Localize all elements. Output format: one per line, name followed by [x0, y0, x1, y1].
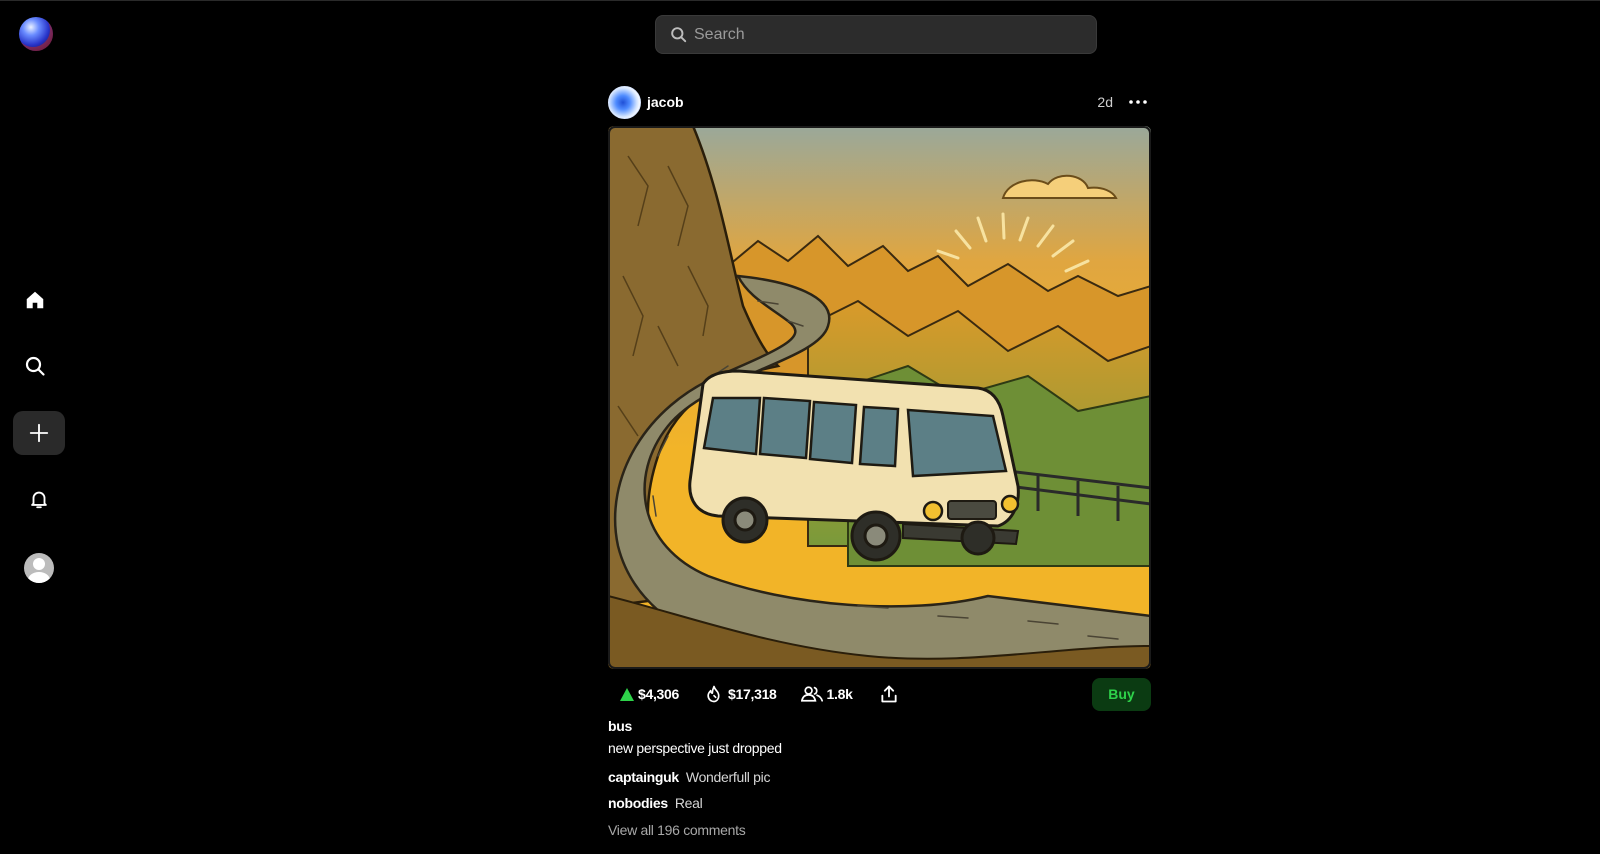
post-timestamp: 2d — [1097, 94, 1113, 110]
plus-icon — [29, 423, 49, 443]
more-icon — [1129, 100, 1147, 104]
top-divider — [0, 0, 1600, 1]
post-description: new perspective just dropped — [608, 740, 782, 756]
holders-button[interactable]: 1.8k — [800, 685, 853, 703]
comment-item: captainguk Wonderfull pic — [608, 764, 782, 790]
post-actions: $4,306 $17,318 1.8k Buy — [608, 677, 1151, 711]
upvote-button[interactable]: $4,306 — [620, 686, 679, 702]
comment-text: Wonderfull pic — [685, 769, 771, 785]
app-logo-icon[interactable] — [19, 17, 53, 51]
profile-icon — [24, 553, 54, 583]
home-icon — [26, 291, 44, 309]
fire-icon — [707, 685, 720, 703]
post-image[interactable] — [608, 126, 1151, 669]
view-all-comments-link[interactable]: View all 196 comments — [608, 822, 782, 838]
search-icon — [25, 356, 45, 376]
fire-button[interactable]: $17,318 — [704, 684, 777, 704]
comment-item: nobodies Real — [608, 790, 782, 816]
buy-button[interactable]: Buy — [1092, 677, 1151, 711]
nav-create-button[interactable] — [13, 411, 65, 455]
people-icon — [800, 686, 823, 702]
upvote-value: $4,306 — [638, 686, 680, 702]
post-header: jacob 2d — [608, 85, 1151, 119]
bus-illustration — [608, 126, 1151, 669]
bell-icon — [31, 491, 47, 509]
upvote-icon — [620, 687, 634, 701]
comment-username[interactable]: nobodies — [608, 795, 668, 811]
search-bar[interactable] — [655, 15, 1097, 54]
nav-home[interactable] — [9, 278, 61, 322]
share-button[interactable] — [879, 684, 903, 704]
comment-text: Real — [674, 795, 703, 811]
comment-username[interactable]: captainguk — [608, 769, 679, 785]
nav-search[interactable] — [9, 344, 61, 388]
post-author-avatar[interactable] — [608, 85, 641, 119]
more-options-button[interactable] — [1125, 92, 1151, 112]
holders-count: 1.8k — [826, 686, 853, 702]
nav-notifications[interactable] — [13, 477, 65, 521]
post-title: bus — [608, 718, 632, 734]
search-icon — [671, 27, 687, 43]
search-input[interactable] — [694, 25, 1074, 44]
nav-profile[interactable] — [13, 546, 65, 590]
post-caption: bus new perspective just dropped captain… — [608, 718, 782, 838]
share-icon — [881, 685, 897, 703]
post-author-username[interactable]: jacob — [647, 94, 684, 110]
fire-value: $17,318 — [728, 686, 777, 702]
